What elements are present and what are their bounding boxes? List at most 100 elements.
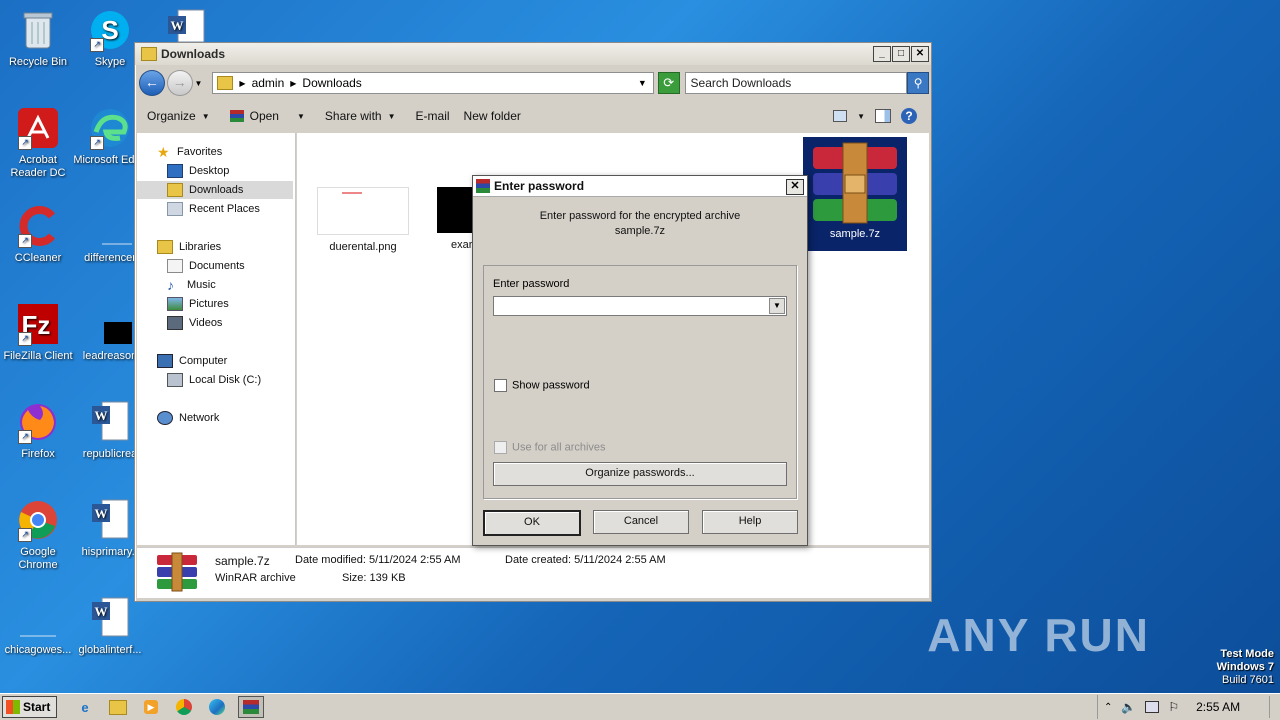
address-dropdown-icon[interactable]: ▼ <box>638 78 647 88</box>
checkbox-box[interactable] <box>494 379 507 392</box>
file-item-selected[interactable]: sample.7z <box>803 137 907 251</box>
folder-icon <box>141 47 157 61</box>
forward-button[interactable]: → <box>166 70 193 96</box>
dialog-titlebar[interactable]: Enter password ✕ <box>473 176 807 197</box>
taskbar-ie-icon[interactable]: e <box>73 697 97 717</box>
file-name: sample.7z <box>829 228 881 240</box>
nav-documents[interactable]: Documents <box>137 257 293 275</box>
share-with-button[interactable]: Share with ▼ <box>315 109 406 123</box>
view-controls: ▼ ? <box>833 108 929 124</box>
nav-desktop[interactable]: Desktop <box>137 162 293 180</box>
chevron-down-icon[interactable]: ▼ <box>857 112 865 121</box>
breadcrumb-separator-icon[interactable]: ▶ <box>239 79 245 88</box>
start-label: Start <box>23 700 51 714</box>
minimize-button[interactable]: _ <box>873 46 891 62</box>
explorer-titlebar[interactable]: Downloads _ □ ✕ <box>135 43 931 65</box>
file-item[interactable]: exar <box>437 187 473 251</box>
nav-downloads[interactable]: Downloads <box>137 181 293 199</box>
nav-label: Libraries <box>179 241 222 253</box>
chevron-down-icon: ▼ <box>387 111 396 121</box>
breadcrumb-separator-icon[interactable]: ▶ <box>290 79 296 88</box>
nav-music[interactable]: ♪ Music <box>137 276 293 294</box>
maximize-button[interactable]: □ <box>892 46 910 62</box>
nav-network[interactable]: Network <box>137 409 293 427</box>
clock[interactable]: 2:55 AM <box>1196 700 1240 714</box>
password-group: Enter password ▼ Show password Use for a… <box>483 265 797 499</box>
nav-videos[interactable]: Videos <box>137 314 293 332</box>
help-button[interactable]: Help <box>702 510 798 534</box>
nav-label: Documents <box>189 260 245 272</box>
email-button[interactable]: E-mail <box>406 109 460 123</box>
desktop-icon-label: chicagowes... <box>4 644 72 656</box>
nav-label: Videos <box>189 317 223 329</box>
nav-libraries[interactable]: Libraries <box>137 238 293 256</box>
taskbar-media-player-icon[interactable]: ▶ <box>139 697 163 717</box>
date-modified-label: Date modified: <box>295 554 366 566</box>
desktop-icon-ccleaner[interactable]: ↗ CCleaner <box>0 204 76 265</box>
open-button[interactable]: Open ▼ <box>220 109 315 123</box>
show-desktop-button[interactable] <box>1269 696 1280 718</box>
view-icon[interactable] <box>833 110 848 122</box>
dialog-close-button[interactable]: ✕ <box>786 179 804 195</box>
organize-passwords-button[interactable]: Organize passwords... <box>493 462 787 486</box>
nav-recent-places[interactable]: Recent Places <box>137 200 293 218</box>
word-document-icon: W <box>88 498 132 542</box>
show-password-checkbox[interactable]: Show password <box>494 379 590 392</box>
details-date-modified: Date modified: 5/11/2024 2:55 AM <box>295 554 461 566</box>
desktop-icon-firefox[interactable]: ↗ Firefox <box>0 400 76 461</box>
refresh-button[interactable]: ⟳ <box>657 72 680 94</box>
close-button[interactable]: ✕ <box>911 46 929 62</box>
breadcrumb-admin[interactable]: admin <box>252 76 285 90</box>
desktop-icon-globalinterf[interactable]: W globalinterf... <box>72 596 148 657</box>
password-combobox[interactable]: ▼ <box>493 296 787 316</box>
start-button[interactable]: Start <box>2 696 57 718</box>
test-mode-line2: Windows 7 <box>1216 661 1274 673</box>
winrar-archive-icon <box>155 552 199 592</box>
share-with-label: Share with <box>324 109 382 123</box>
nav-label: Desktop <box>189 165 230 177</box>
show-hidden-icons-icon[interactable]: ⌃ <box>1104 702 1112 713</box>
volume-icon[interactable]: 🔈 <box>1121 700 1136 714</box>
desktop-icon-chrome[interactable]: ↗ Google Chrome <box>0 498 76 572</box>
desktop-icon-label: Recycle Bin <box>8 56 68 68</box>
cancel-button[interactable]: Cancel <box>593 510 689 534</box>
organize-button[interactable]: Organize ▼ <box>137 109 220 123</box>
ok-button[interactable]: OK <box>483 510 581 536</box>
libraries-icon <box>157 240 173 254</box>
action-center-flag-icon[interactable]: ⚐ <box>1168 700 1179 714</box>
network-status-icon[interactable] <box>1145 701 1160 713</box>
nav-pictures[interactable]: Pictures <box>137 295 293 313</box>
desktop-icon-filezilla[interactable]: Fz ↗ FileZilla Client <box>0 302 76 363</box>
dropdown-arrow-icon[interactable]: ▼ <box>769 298 785 314</box>
back-button[interactable]: ← <box>139 70 165 96</box>
desktop-icon-acrobat[interactable]: ↗ Acrobat Reader DC <box>0 106 76 180</box>
file-item[interactable]: duerental.png <box>317 187 409 253</box>
file-name: duerental.png <box>329 241 397 253</box>
history-dropdown-icon[interactable]: ▼ <box>195 79 203 88</box>
nav-computer[interactable]: Computer <box>137 352 293 370</box>
taskbar-explorer-icon[interactable] <box>106 697 130 717</box>
taskbar-winrar-icon[interactable] <box>238 696 264 718</box>
password-label: Enter password <box>493 278 570 290</box>
search-input[interactable]: Search Downloads <box>684 72 908 94</box>
date-created-value: 5/11/2024 2:55 AM <box>574 554 666 566</box>
black-image-icon <box>88 302 150 346</box>
nav-local-disk[interactable]: Local Disk (C:) <box>137 371 293 389</box>
details-size: Size: 139 KB <box>342 572 406 584</box>
search-icon[interactable]: ⚲ <box>907 72 929 94</box>
size-label: Size: <box>342 572 367 584</box>
desktop-icon-label: FileZilla Client <box>3 350 73 362</box>
taskbar-edge-icon[interactable] <box>205 697 229 717</box>
pictures-icon <box>167 297 183 311</box>
desktop-icon-chicagowes[interactable]: chicagowes... <box>0 596 76 657</box>
new-folder-button[interactable]: New folder <box>460 109 531 123</box>
nav-favorites[interactable]: ★ Favorites <box>137 143 293 161</box>
help-icon[interactable]: ? <box>901 108 917 124</box>
address-bar[interactable]: ▶ admin ▶ Downloads ▼ <box>212 72 654 94</box>
nav-label: Pictures <box>189 298 229 310</box>
breadcrumb-downloads[interactable]: Downloads <box>302 76 361 90</box>
taskbar-chrome-icon[interactable] <box>172 697 196 717</box>
desktop-icon-recycle-bin[interactable]: Recycle Bin <box>0 8 76 69</box>
dialog-message-line1: Enter password for the encrypted archive <box>539 210 741 222</box>
preview-pane-icon[interactable] <box>875 109 891 123</box>
